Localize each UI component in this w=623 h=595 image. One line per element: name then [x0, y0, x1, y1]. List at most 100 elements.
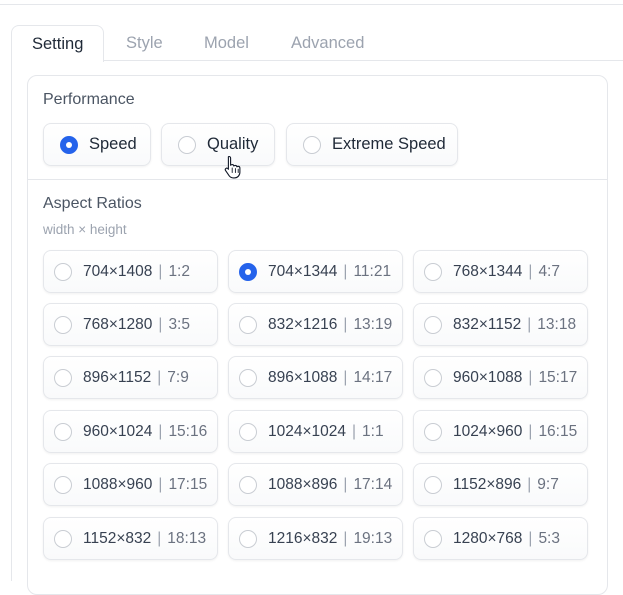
radio-unselected-icon[interactable]	[239, 529, 257, 548]
radio-unselected-icon[interactable]	[424, 529, 442, 548]
separator: |	[343, 475, 348, 493]
radio-selected-icon[interactable]	[60, 135, 78, 154]
performance-label: Performance	[43, 91, 135, 108]
separator: |	[343, 368, 348, 386]
aspect-ratio-option[interactable]: 1280×768 | 5:3	[413, 517, 588, 560]
tab-bar: Setting Style Model Advanced	[11, 25, 623, 62]
radio-unselected-icon[interactable]	[54, 368, 72, 387]
radio-unselected-icon[interactable]	[424, 422, 442, 441]
radio-unselected-icon[interactable]	[54, 315, 72, 334]
radio-unselected-icon[interactable]	[239, 475, 257, 494]
aspect-ratio-option[interactable]: 768×1344 | 4:7	[413, 250, 588, 293]
aspect-ratio-size: 1024×1024	[268, 422, 347, 440]
aspect-ratio-label: 1088×960 | 17:15	[83, 476, 207, 494]
aspect-ratio-label: 1024×1024 | 1:1	[268, 423, 384, 441]
radio-unselected-icon[interactable]	[239, 368, 257, 387]
aspect-ratio-option[interactable]: 960×1088 | 15:17	[413, 356, 588, 399]
aspect-ratio-value: 16:15	[538, 422, 578, 440]
aspect-ratio-label: 896×1088 | 14:17	[268, 369, 392, 387]
radio-unselected-icon[interactable]	[54, 529, 72, 548]
aspect-ratio-option[interactable]: 704×1408 | 1:2	[43, 250, 218, 293]
aspect-ratio-option[interactable]: 1216×832 | 19:13	[228, 517, 403, 560]
tab-style[interactable]: Style	[106, 25, 183, 61]
aspect-ratio-value: 5:3	[538, 529, 560, 547]
aspect-ratio-label: 1152×896 | 9:7	[453, 476, 559, 494]
aspect-ratio-label: 1216×832 | 19:13	[268, 530, 392, 548]
aspect-ratio-value: 17:14	[353, 475, 393, 493]
aspect-ratios-sublabel: width × height	[43, 222, 127, 237]
radio-unselected-icon[interactable]	[303, 135, 321, 154]
aspect-ratio-label: 704×1344 | 11:21	[268, 263, 391, 281]
performance-option-speed[interactable]: Speed	[43, 123, 151, 166]
aspect-ratio-value: 15:16	[168, 422, 208, 440]
radio-unselected-icon[interactable]	[54, 262, 72, 281]
separator: |	[527, 475, 532, 493]
radio-unselected-icon[interactable]	[239, 315, 257, 334]
tab-model[interactable]: Model	[184, 25, 269, 61]
radio-unselected-icon[interactable]	[424, 368, 442, 387]
aspect-ratio-option[interactable]: 1024×960 | 16:15	[413, 410, 588, 453]
separator: |	[343, 262, 348, 280]
aspect-ratio-option[interactable]: 960×1024 | 15:16	[43, 410, 218, 453]
aspect-ratio-option[interactable]: 1088×960 | 17:15	[43, 463, 218, 506]
separator: |	[527, 315, 532, 333]
top-divider	[0, 4, 623, 5]
radio-unselected-icon[interactable]	[424, 315, 442, 334]
aspect-ratio-value: 4:7	[538, 262, 560, 280]
radio-unselected-icon[interactable]	[424, 475, 442, 494]
aspect-ratio-option[interactable]: 832×1216 | 13:19	[228, 303, 403, 346]
aspect-ratio-option[interactable]: 896×1152 | 7:9	[43, 356, 218, 399]
aspect-ratio-size: 1024×960	[453, 422, 523, 440]
aspect-ratio-size: 1280×768	[453, 529, 523, 547]
separator: |	[158, 315, 163, 333]
aspect-ratio-size: 704×1344	[268, 262, 338, 280]
separator: |	[157, 529, 162, 547]
radio-unselected-icon[interactable]	[54, 475, 72, 494]
separator: |	[157, 368, 162, 386]
performance-option-extreme-speed[interactable]: Extreme Speed	[286, 123, 458, 166]
separator: |	[343, 529, 348, 547]
aspect-ratio-option[interactable]: 1024×1024 | 1:1	[228, 410, 403, 453]
aspect-ratio-label: 960×1088 | 15:17	[453, 369, 577, 387]
aspect-ratio-option[interactable]: 832×1152 | 13:18	[413, 303, 588, 346]
separator: |	[528, 529, 533, 547]
aspect-ratio-label: 832×1152 | 13:18	[453, 316, 576, 334]
aspect-ratio-size: 1152×896	[453, 475, 522, 493]
aspect-ratio-option[interactable]: 1152×896 | 9:7	[413, 463, 588, 506]
radio-unselected-icon[interactable]	[54, 422, 72, 441]
tab-advanced[interactable]: Advanced	[271, 25, 384, 61]
aspect-ratio-size: 832×1152	[453, 315, 522, 333]
aspect-ratio-value: 3:5	[168, 315, 190, 333]
section-divider	[28, 179, 607, 180]
separator: |	[158, 422, 163, 440]
separator: |	[158, 475, 163, 493]
radio-unselected-icon[interactable]	[178, 135, 196, 154]
separator: |	[528, 262, 533, 280]
aspect-ratio-option[interactable]: 1152×832 | 18:13	[43, 517, 218, 560]
radio-unselected-icon[interactable]	[239, 422, 257, 441]
aspect-ratios-label: Aspect Ratios	[43, 195, 142, 212]
aspect-ratio-label: 768×1280 | 3:5	[83, 316, 190, 334]
aspect-ratio-size: 896×1152	[83, 368, 152, 386]
radio-selected-icon[interactable]	[239, 262, 257, 281]
tab-setting[interactable]: Setting	[11, 25, 105, 62]
separator: |	[343, 315, 348, 333]
aspect-ratio-size: 768×1344	[453, 262, 523, 280]
aspect-ratio-option[interactable]: 768×1280 | 3:5	[43, 303, 218, 346]
performance-option-label: Quality	[207, 135, 259, 153]
aspect-ratio-option[interactable]: 1088×896 | 17:14	[228, 463, 403, 506]
aspect-ratio-label: 960×1024 | 15:16	[83, 423, 207, 441]
performance-option-label: Speed	[89, 135, 137, 153]
aspect-ratio-label: 896×1152 | 7:9	[83, 369, 189, 387]
aspect-ratio-label: 704×1408 | 1:2	[83, 263, 190, 281]
aspect-ratio-option[interactable]: 704×1344 | 11:21	[228, 250, 403, 293]
aspect-ratio-value: 7:9	[167, 368, 189, 386]
performance-option-quality[interactable]: Quality	[161, 123, 275, 166]
aspect-ratio-option[interactable]: 896×1088 | 14:17	[228, 356, 403, 399]
performance-option-label: Extreme Speed	[332, 135, 446, 153]
separator: |	[158, 262, 163, 280]
separator: |	[528, 422, 533, 440]
radio-unselected-icon[interactable]	[424, 262, 442, 281]
aspect-ratio-size: 960×1088	[453, 368, 523, 386]
aspect-ratio-value: 13:19	[353, 315, 393, 333]
